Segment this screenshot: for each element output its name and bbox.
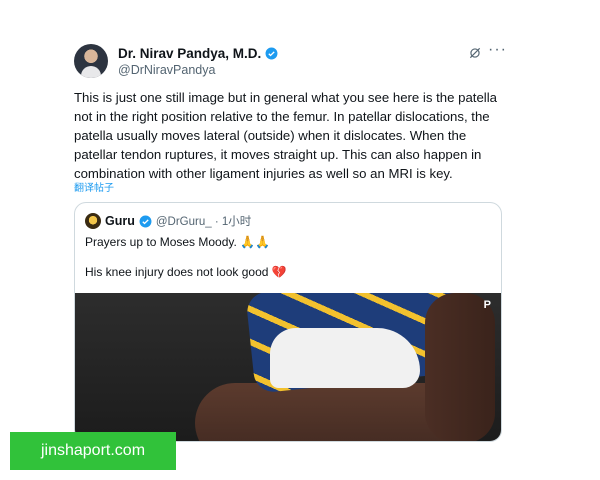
broken-heart-emoji-icon: 💔 [271,265,287,279]
quoted-text-line2: His knee injury does not look good 💔 [85,265,287,279]
quoted-text-2: His knee injury does not look good [85,265,269,279]
quoted-header: Guru @DrGuru_ · 1小时 [85,213,251,229]
tweet-text: This is just one still image but in gene… [74,90,497,181]
author-name-row: Dr. Nirav Pandya, M.D. [118,46,278,61]
author-avatar[interactable] [74,44,108,78]
quoted-author-name[interactable]: Guru [105,214,135,228]
quoted-text-1: Prayers up to Moses Moody. [85,235,237,249]
site-watermark: jinshaport.com [10,432,176,470]
media-logo: P [483,299,491,311]
pray-emoji-icon: 🙏🙏 [240,235,271,249]
quoted-avatar[interactable] [85,213,101,229]
photo-shorts [270,328,420,388]
author-name[interactable]: Dr. Nirav Pandya, M.D. [118,46,261,61]
quoted-tweet[interactable]: Guru @DrGuru_ · 1小时 Prayers up to Moses … [74,202,502,442]
quoted-media-image[interactable]: P [75,293,501,441]
more-options-icon[interactable]: ··· [488,41,507,59]
author-handle[interactable]: @DrNiravPandya [118,63,215,77]
tweet-card: Dr. Nirav Pandya, M.D. @DrNiravPandya ··… [60,36,520,442]
translate-post-link[interactable]: 翻译帖子 [74,179,114,194]
verified-badge-icon [139,215,152,227]
photo-arm [425,293,495,441]
verified-badge-icon [265,47,278,60]
grok-icon[interactable] [468,46,482,60]
quoted-handle-time: @DrGuru_ · 1小时 [155,216,252,228]
quoted-text-line1: Prayers up to Moses Moody. 🙏🙏 [85,235,270,249]
